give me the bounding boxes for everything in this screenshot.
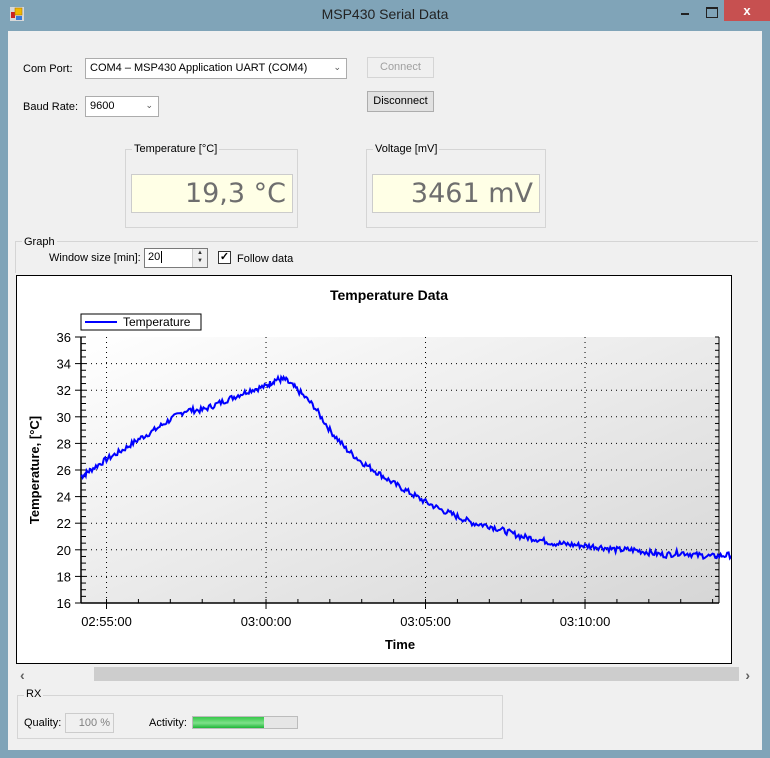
y-tick-label: 26 — [57, 463, 71, 478]
com-port-value: COM4 – MSP430 Application UART (COM4) — [90, 62, 308, 74]
scroll-left-icon[interactable]: ‹ — [20, 667, 25, 684]
window-size-value: 20 — [148, 251, 161, 263]
disconnect-button[interactable]: Disconnect — [367, 91, 434, 112]
x-tick-label: 03:00:00 — [241, 614, 292, 629]
follow-data-label: Follow data — [237, 253, 294, 265]
x-axis-title: Time — [385, 637, 415, 652]
y-tick-label: 24 — [57, 490, 71, 505]
baud-rate-label: Baud Rate: — [23, 101, 79, 113]
chart-title: Temperature Data — [330, 287, 448, 303]
voltage-readout: 3461 mV — [372, 174, 540, 213]
baud-rate-value: 9600 — [90, 100, 115, 112]
chart-svg: Temperature Data Temperature 16 18 20 22 24 2… — [27, 287, 731, 652]
activity-progress-fill — [193, 717, 264, 728]
activity-label: Activity: — [149, 717, 187, 729]
chart-legend: Temperature — [80, 313, 202, 331]
connect-button[interactable]: Connect — [367, 57, 434, 78]
quality-label: Quality: — [24, 717, 62, 729]
main-window: MSP430 Serial Data x Com Port: COM4 – MS… — [0, 0, 770, 758]
scroll-right-icon[interactable]: › — [745, 667, 750, 684]
window-size-label: Window size [min]: — [49, 252, 141, 264]
minimize-icon[interactable] — [672, 0, 698, 21]
x-tick-label: 02:55:00 — [81, 614, 132, 629]
voltage-group-title: Voltage [mV] — [373, 143, 440, 155]
horizontal-scrollbar[interactable]: ‹ › — [16, 667, 754, 684]
temperature-group-title: Temperature [°C] — [132, 143, 220, 155]
close-icon: x — [743, 3, 751, 18]
temperature-group: Temperature [°C] 19,3 °C — [125, 143, 298, 228]
y-tick-label: 16 — [57, 596, 71, 611]
y-tick-label: 22 — [57, 516, 71, 531]
y-axis-title: Temperature, [°C] — [27, 416, 42, 524]
title-bar[interactable]: MSP430 Serial Data x — [0, 0, 770, 31]
y-tick-label: 30 — [57, 410, 71, 425]
follow-data-checkbox[interactable]: ✓ — [218, 251, 231, 264]
window-size-input[interactable]: 20 ▲ ▼ — [144, 248, 208, 268]
voltage-group: Voltage [mV] 3461 mV — [366, 143, 546, 228]
com-port-select[interactable]: COM4 – MSP430 Application UART (COM4) ⌄ — [85, 58, 347, 79]
activity-progress-bar — [192, 716, 298, 729]
y-tick-label: 18 — [57, 569, 71, 584]
chevron-down-icon: ⌄ — [333, 62, 341, 72]
maximize-icon[interactable] — [698, 0, 724, 21]
temperature-chart: Temperature Data Temperature 16 18 20 22 24 2… — [16, 275, 732, 664]
close-button[interactable]: x — [724, 0, 770, 21]
x-tick-label: 03:05:00 — [400, 614, 451, 629]
chevron-down-icon: ⌄ — [145, 100, 153, 110]
checkmark-icon: ✓ — [219, 251, 230, 263]
quality-field: 100 % — [65, 713, 114, 733]
scrollbar-thumb[interactable] — [94, 667, 739, 681]
client-area: Com Port: COM4 – MSP430 Application UART… — [8, 31, 762, 750]
com-port-label: Com Port: — [23, 63, 73, 75]
graph-group-title: Graph — [22, 236, 57, 248]
spin-arrows-icon[interactable]: ▲ ▼ — [192, 249, 207, 267]
y-tick-label: 32 — [57, 383, 71, 398]
window-title: MSP430 Serial Data — [321, 6, 449, 22]
y-tick-label: 28 — [57, 436, 71, 451]
x-tick-label: 03:10:00 — [560, 614, 611, 629]
y-tick-label: 34 — [57, 357, 71, 372]
baud-rate-select[interactable]: 9600 ⌄ — [85, 96, 159, 117]
text-caret — [161, 251, 163, 264]
legend-entry: Temperature — [123, 315, 191, 329]
y-tick-label: 20 — [57, 543, 71, 558]
y-tick-label: 36 — [57, 330, 71, 345]
rx-group-title: RX — [24, 688, 44, 700]
temperature-readout: 19,3 °C — [131, 174, 293, 213]
